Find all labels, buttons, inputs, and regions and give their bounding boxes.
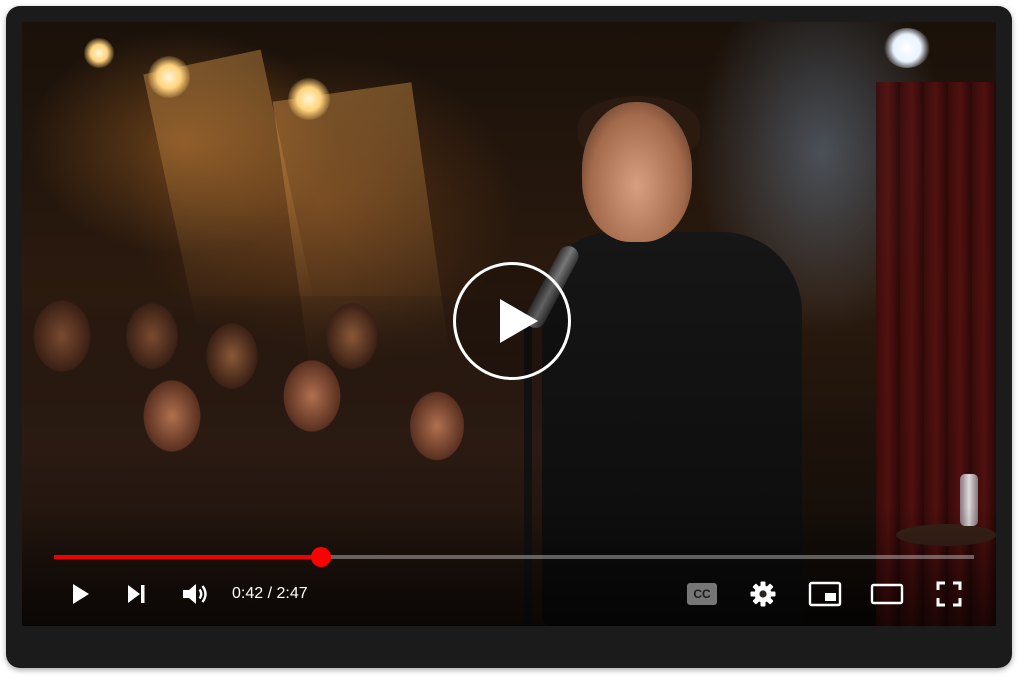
progress-played: [54, 555, 321, 559]
theater-mode-button[interactable]: [869, 578, 905, 610]
stage-light: [84, 38, 114, 68]
play-button[interactable]: [64, 578, 96, 610]
stage-light: [884, 28, 930, 68]
stage-light: [148, 56, 190, 98]
settings-button[interactable]: [747, 578, 779, 610]
gear-icon: [750, 581, 776, 607]
theater-mode-icon: [870, 583, 904, 605]
captions-button[interactable]: CC: [687, 583, 717, 605]
duration: 2:47: [276, 585, 308, 602]
miniplayer-button[interactable]: [807, 578, 843, 610]
play-overlay-icon[interactable]: [453, 262, 571, 380]
time-separator: /: [263, 585, 277, 602]
time-display: 0:42 / 2:47: [232, 584, 308, 604]
progress-bar[interactable]: [54, 547, 974, 567]
volume-icon: [183, 584, 207, 604]
stage-light: [288, 78, 330, 120]
fullscreen-icon: [936, 581, 962, 607]
captions-icon: CC: [693, 587, 711, 601]
controls-gradient: [22, 506, 996, 626]
next-button[interactable]: [120, 578, 152, 610]
progress-scrubber-handle[interactable]: [310, 547, 331, 567]
volume-button[interactable]: [178, 578, 214, 610]
play-icon: [73, 584, 89, 604]
next-icon: [128, 585, 145, 603]
video-player-frame: 0:42 / 2:47 CC: [6, 6, 1012, 668]
video-viewport[interactable]: 0:42 / 2:47 CC: [22, 22, 996, 626]
miniplayer-icon: [808, 581, 842, 607]
fullscreen-button[interactable]: [932, 578, 966, 610]
current-time: 0:42: [232, 585, 264, 602]
